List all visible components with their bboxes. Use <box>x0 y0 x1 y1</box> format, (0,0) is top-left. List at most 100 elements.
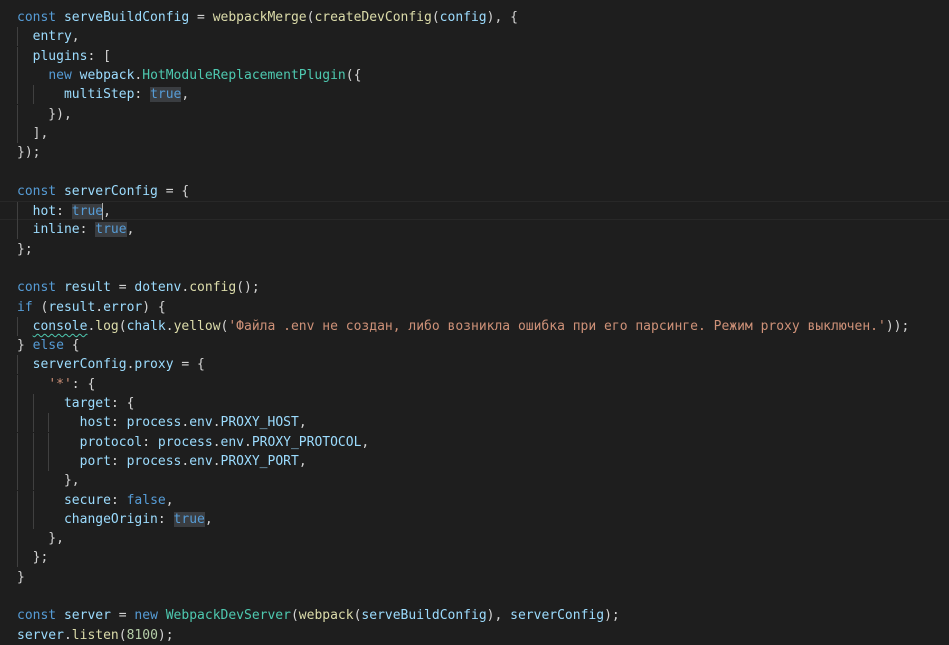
code-token: server <box>17 627 64 643</box>
code-token: inline <box>32 222 80 238</box>
code-text: host: process.env.PROXY_HOST, <box>17 413 307 432</box>
code-token: , <box>103 204 111 219</box>
code-token: host <box>79 415 111 431</box>
code-line[interactable]: secure: false, <box>0 490 949 510</box>
code-line[interactable]: }), <box>0 104 949 124</box>
code-editor[interactable]: const serveBuildConfig = webpackMerge(cr… <box>0 0 949 643</box>
code-token: true <box>95 222 127 238</box>
code-line[interactable]: server.listen(8100); <box>0 626 949 645</box>
code-token: HotModuleReplacementPlugin <box>142 67 346 83</box>
code-token: error <box>103 299 143 315</box>
code-line[interactable]: }, <box>0 529 949 549</box>
code-line[interactable]: } else { <box>0 336 949 355</box>
code-line[interactable] <box>0 162 949 181</box>
code-line[interactable]: }); <box>0 143 949 162</box>
code-line[interactable]: } <box>0 568 949 587</box>
code-line[interactable] <box>0 259 949 278</box>
code-text: secure: false, <box>17 491 174 510</box>
code-token: PROXY_PROTOCOL <box>251 434 362 450</box>
code-text: }); <box>17 143 40 162</box>
code-token: process <box>157 434 213 450</box>
code-token: env <box>189 453 213 469</box>
code-token: . <box>63 627 72 643</box>
code-text: const result = dotenv.config(); <box>17 278 260 297</box>
code-token: config <box>439 10 487 25</box>
code-token: : <box>142 434 158 450</box>
code-token: ( <box>431 10 440 25</box>
code-token: dotenv <box>134 280 182 296</box>
code-token: } <box>17 569 25 585</box>
code-token: chalk <box>126 318 166 334</box>
code-token: ) { <box>142 299 166 315</box>
code-token: else <box>32 338 64 354</box>
code-line[interactable] <box>0 587 949 606</box>
code-line[interactable]: const serverConfig = { <box>0 182 949 201</box>
code-line[interactable]: console.log(chalk.yellow('Файла .env не … <box>0 316 949 336</box>
code-token: serverConfig <box>510 608 605 624</box>
code-token: 8100 <box>126 627 158 643</box>
code-token: const <box>17 608 57 624</box>
code-token: . <box>212 415 221 431</box>
code-line[interactable]: new webpack.HotModuleReplacementPlugin({ <box>0 65 949 85</box>
code-token: yellow <box>173 318 221 334</box>
code-line[interactable]: if (result.error) { <box>0 298 949 317</box>
code-line[interactable]: plugins: [ <box>0 46 949 66</box>
code-text: plugins: [ <box>17 47 111 66</box>
code-token: ( <box>118 627 127 643</box>
code-token: : { <box>110 396 135 411</box>
code-line[interactable]: target: { <box>0 394 949 413</box>
code-text: target: { <box>17 394 134 413</box>
code-token: ), <box>486 608 511 624</box>
code-line[interactable]: inline: true, <box>0 220 949 240</box>
code-token: new <box>48 67 72 83</box>
code-line[interactable]: const server = new WebpackDevServer(webp… <box>0 606 949 625</box>
code-token: = <box>110 280 135 296</box>
code-token: ( <box>290 608 299 624</box>
code-text: ], <box>17 124 49 143</box>
code-token: const <box>17 183 57 199</box>
code-token: protocol <box>79 434 143 450</box>
code-line[interactable]: port: process.env.PROXY_PORT, <box>0 451 949 471</box>
code-token: config <box>189 280 237 296</box>
code-line[interactable]: const serveBuildConfig = webpackMerge (cr… <box>0 8 949 27</box>
code-token: true <box>173 511 205 527</box>
code-token: 'Файла .env не создан, либо возникла оши… <box>228 318 886 334</box>
code-line[interactable]: changeOrigin: true, <box>0 509 949 529</box>
code-line[interactable]: host: process.env.PROXY_HOST, <box>0 413 949 433</box>
code-token: ( <box>118 318 127 334</box>
code-token: : <box>157 511 174 527</box>
code-line[interactable]: }; <box>0 240 949 259</box>
code-token: : { <box>71 376 96 392</box>
code-line[interactable]: '*': { <box>0 374 949 394</box>
code-token: true <box>71 204 104 219</box>
code-text: const server = new WebpackDevServer(webp… <box>17 606 620 625</box>
code-token: serverConfig <box>32 357 127 373</box>
code-text: hot: true, <box>17 202 111 221</box>
code-token: entry <box>32 29 72 45</box>
code-line[interactable]: entry, <box>0 27 949 47</box>
code-line[interactable]: hot: true, <box>0 201 949 221</box>
code-line[interactable]: serverConfig.proxy = { <box>0 355 949 375</box>
code-token: env <box>189 415 213 431</box>
code-text: const serverConfig = { <box>17 182 189 201</box>
code-token: , <box>361 434 370 450</box>
code-line[interactable]: }, <box>0 471 949 491</box>
code-line[interactable]: const result = dotenv.config(); <box>0 278 949 297</box>
code-token: if <box>17 299 33 315</box>
code-line[interactable]: protocol: process.env.PROXY_PROTOCOL, <box>0 432 949 452</box>
code-line[interactable]: multiStep: true, <box>0 85 949 105</box>
code-token: secure <box>63 492 111 508</box>
code-token: process <box>126 453 182 469</box>
code-token: serveBuildConfig <box>361 608 487 624</box>
code-line[interactable]: }; <box>0 548 949 568</box>
code-line[interactable]: ], <box>0 123 949 143</box>
code-text: '*': { <box>17 375 95 394</box>
